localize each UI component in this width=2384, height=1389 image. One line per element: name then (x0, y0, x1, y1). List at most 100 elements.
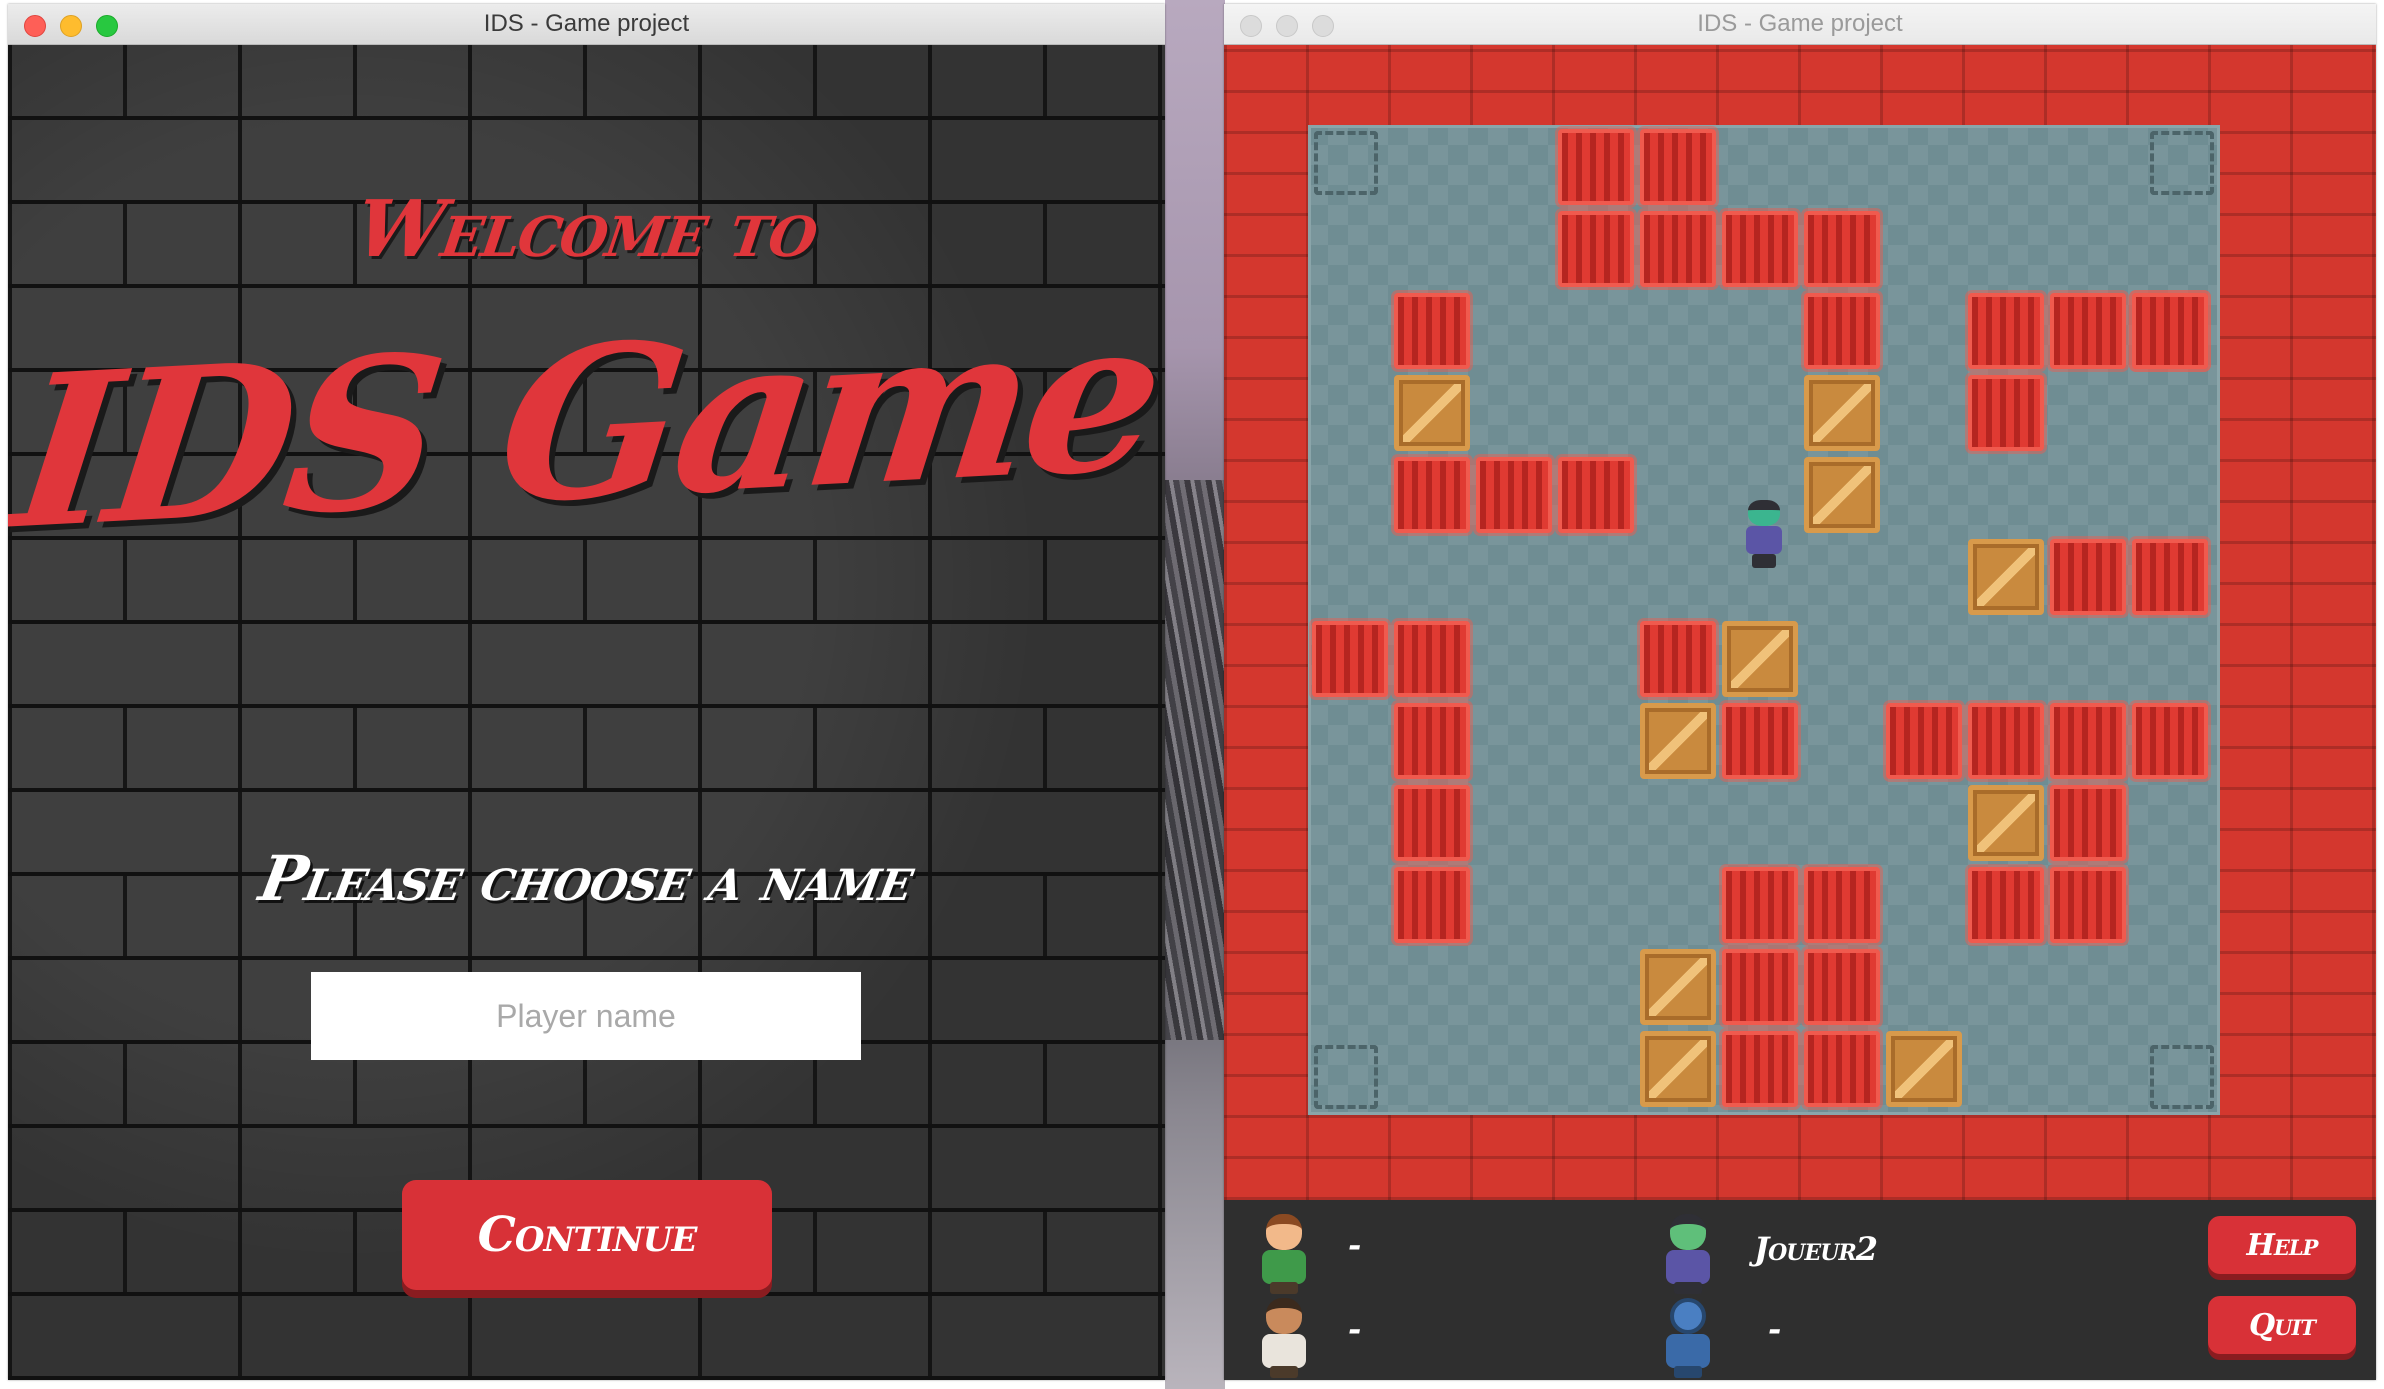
wall-block (2050, 867, 2126, 943)
wall-block (2132, 539, 2208, 615)
login-window-titlebar[interactable]: IDS - Game project (8, 4, 1165, 45)
continue-button[interactable]: Continue (402, 1180, 772, 1290)
wall-block (1312, 621, 1388, 697)
wall-block (1968, 867, 2044, 943)
wall-block (1968, 293, 2044, 369)
wall-block (1722, 211, 1798, 287)
spawn-corner-marker (2150, 1045, 2214, 1109)
window-title: IDS - Game project (483, 10, 690, 37)
avatar-legs (1674, 1366, 1702, 1378)
login-window: IDS - Game project Welcome to IDS Game P… (8, 4, 1165, 1380)
board-floor (1308, 125, 2220, 1115)
wall-block (1476, 457, 1552, 533)
window-controls (24, 15, 118, 37)
wooden-crate (1804, 375, 1880, 451)
player-3-name: - (1348, 1310, 1361, 1348)
player-4-name: - (1768, 1310, 1781, 1348)
desktop-background (1165, 0, 1225, 1389)
avatar-body (1666, 1334, 1710, 1368)
wall-block (1640, 621, 1716, 697)
player-legs (1752, 554, 1776, 568)
wall-block (1640, 129, 1716, 205)
wall-block (1394, 621, 1470, 697)
minimize-window-button[interactable] (60, 15, 82, 37)
player-name-input[interactable] (311, 972, 861, 1060)
wall-block (1558, 129, 1634, 205)
zoom-window-button[interactable] (96, 15, 118, 37)
help-button[interactable]: Help (2208, 1216, 2356, 1274)
wall-block (1722, 867, 1798, 943)
wall-block (1804, 211, 1880, 287)
wall-block (1804, 867, 1880, 943)
avatar-body (1262, 1250, 1306, 1284)
player-character (1742, 500, 1786, 570)
player-hud: - Joueur2 - - Help Quit (1224, 1200, 2376, 1380)
brown-haired-boy-avatar (1258, 1210, 1310, 1296)
avatar-body (1666, 1250, 1710, 1284)
zoom-window-button[interactable] (1312, 15, 1334, 37)
choose-name-prompt: Please choose a name (254, 842, 919, 915)
wall-block (1394, 703, 1470, 779)
wall-block (1968, 703, 2044, 779)
wall-block (1722, 949, 1798, 1025)
wooden-crate (1968, 539, 2044, 615)
wall-block (1640, 211, 1716, 287)
wall-block (2050, 785, 2126, 861)
spawn-corner-marker (1314, 1045, 1378, 1109)
game-board (1224, 45, 2376, 1200)
wall-block (1558, 211, 1634, 287)
avatar-legs (1270, 1366, 1298, 1378)
wall-block (1804, 1031, 1880, 1107)
wall-block (1968, 375, 2044, 451)
wall-block (1804, 293, 1880, 369)
avatar-head (1266, 1298, 1302, 1334)
wall-block (2050, 703, 2126, 779)
close-window-button[interactable] (1240, 15, 1262, 37)
welcome-heading: Welcome to (350, 184, 823, 275)
player-1-name: - (1348, 1226, 1361, 1264)
game-window: IDS - Game project - Joueur2 - - Help Qu… (1224, 4, 2376, 1380)
window-title: IDS - Game project (1697, 10, 1903, 37)
desktop-rock-image (1165, 480, 1225, 1040)
game-window-titlebar[interactable]: IDS - Game project (1224, 4, 2376, 45)
close-window-button[interactable] (24, 15, 46, 37)
avatar-head (1266, 1214, 1302, 1250)
green-zombie-avatar (1662, 1210, 1714, 1296)
wall-block (1394, 457, 1470, 533)
spawn-corner-marker (2150, 131, 2214, 195)
avatar-legs (1270, 1282, 1298, 1294)
player-head (1748, 500, 1780, 526)
player-2-name: Joueur2 (1754, 1230, 1878, 1268)
wooden-crate (1968, 785, 2044, 861)
wall-block (1394, 785, 1470, 861)
bearded-man-avatar (1258, 1294, 1310, 1380)
wooden-crate (1722, 621, 1798, 697)
wooden-crate (1394, 375, 1470, 451)
wall-block (1394, 867, 1470, 943)
wall-block (1722, 1031, 1798, 1107)
player-body (1746, 526, 1782, 554)
spawn-corner-marker (1314, 131, 1378, 195)
wooden-crate (1804, 457, 1880, 533)
wall-block (2132, 703, 2208, 779)
wall-block (2132, 293, 2208, 369)
wall-block (2050, 293, 2126, 369)
wooden-crate (1640, 949, 1716, 1025)
wall-block (1558, 457, 1634, 533)
avatar-legs (1674, 1282, 1702, 1294)
wall-block (1394, 293, 1470, 369)
wall-block (1804, 949, 1880, 1025)
wall-block (1886, 703, 1962, 779)
quit-button[interactable]: Quit (2208, 1296, 2356, 1354)
wall-block (1722, 703, 1798, 779)
wooden-crate (1886, 1031, 1962, 1107)
avatar-head (1670, 1214, 1706, 1250)
avatar-body (1262, 1334, 1306, 1368)
minimize-window-button[interactable] (1276, 15, 1298, 37)
wooden-crate (1640, 1031, 1716, 1107)
blue-robot-avatar (1662, 1294, 1714, 1380)
avatar-head (1670, 1298, 1706, 1334)
wall-block (2050, 539, 2126, 615)
wooden-crate (1640, 703, 1716, 779)
window-controls (1240, 15, 1334, 37)
